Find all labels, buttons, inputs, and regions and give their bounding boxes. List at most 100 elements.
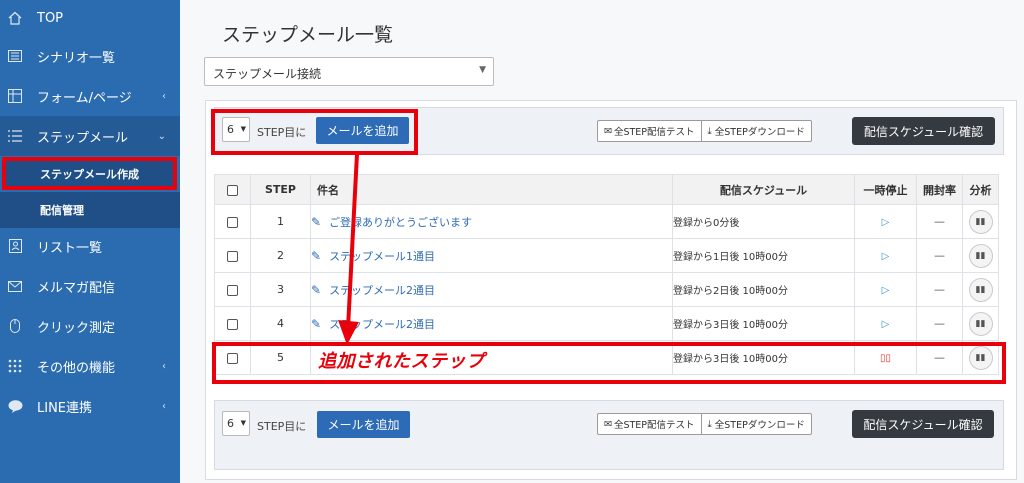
- sidebar-item-newsletter[interactable]: メルマガ配信: [0, 266, 180, 306]
- step-position-label: STEP目に: [257, 420, 307, 433]
- chevron-down-icon: ⌄: [157, 130, 166, 142]
- step-number: 3: [250, 272, 311, 307]
- step-mail-selector[interactable]: ステップメール接続 ▼: [204, 57, 494, 86]
- open-rate-value: —: [916, 238, 963, 273]
- open-rate-value: —: [916, 204, 963, 239]
- bulk-actions-group: ✉ 全STEP配信テスト ⤓ 全STEPダウンロード: [597, 413, 812, 435]
- line-chat-icon: [7, 398, 23, 414]
- test-all-label: 全STEP配信テスト: [613, 420, 695, 431]
- sidebar-item-label: シナリオ一覧: [37, 50, 116, 66]
- download-all-label: 全STEPダウンロード: [714, 420, 805, 431]
- analysis-cell: ▮▮: [962, 238, 999, 273]
- sidebar-item-label: その他の機能: [37, 360, 116, 376]
- edit-icon[interactable]: ✎: [311, 215, 321, 229]
- sidebar-subitem-delivery-management[interactable]: 配信管理: [0, 192, 180, 228]
- sidebar: TOP シナリオ一覧 フォーム/ページ ‹ ステップメール ⌄ ステップメール作…: [0, 0, 180, 483]
- schedule-confirm-button[interactable]: 配信スケジュール確認: [852, 410, 994, 438]
- column-header-open-rate: 開封率: [916, 174, 963, 205]
- selector-value: ステップメール接続: [213, 67, 322, 81]
- open-rate-value: —: [916, 306, 963, 341]
- download-icon: ⤓: [707, 418, 712, 430]
- row-checkbox[interactable]: [227, 318, 238, 330]
- analysis-cell: ▮▮: [962, 272, 999, 307]
- open-rate-value: —: [916, 272, 963, 307]
- play-icon[interactable]: ▷: [882, 319, 890, 330]
- annotation-arrow: [338, 153, 359, 345]
- bar-chart-icon[interactable]: ▮▮: [968, 277, 993, 302]
- pause-cell: ▷: [854, 272, 917, 307]
- row-select-cell: [214, 238, 251, 273]
- mail-icon: ✉: [604, 125, 612, 137]
- download-all-steps-button[interactable]: ⤓ 全STEPダウンロード: [700, 121, 811, 141]
- pause-cell: ▷: [854, 204, 917, 239]
- bar-chart-icon[interactable]: ▮▮: [968, 243, 993, 268]
- row-checkbox[interactable]: [227, 284, 238, 296]
- sidebar-item-scenarios[interactable]: シナリオ一覧: [0, 36, 180, 76]
- bar-chart-icon[interactable]: ▮▮: [968, 209, 993, 234]
- sidebar-item-step-mail[interactable]: ステップメール ⌄: [0, 116, 180, 156]
- play-icon[interactable]: ▷: [882, 285, 890, 296]
- schedule-confirm-button[interactable]: 配信スケジュール確認: [852, 117, 995, 145]
- sidebar-item-other-features[interactable]: その他の機能 ‹: [0, 346, 180, 386]
- play-icon[interactable]: ▷: [882, 217, 890, 228]
- row-select-cell: [214, 306, 251, 341]
- pause-cell: ▷: [854, 238, 917, 273]
- bottom-strip: [214, 446, 1004, 470]
- sidebar-item-forms[interactable]: フォーム/ページ ‹: [0, 76, 180, 116]
- sidebar-item-label: リスト一覧: [37, 240, 103, 256]
- mail-icon: ✉: [604, 418, 612, 430]
- sidebar-item-label: クリック測定: [37, 320, 116, 336]
- highlight-box: [211, 109, 418, 155]
- schedule-value: 登録から1日後 10時00分: [672, 238, 855, 273]
- chevron-left-icon: ‹: [162, 90, 166, 102]
- download-all-steps-button[interactable]: ⤓ 全STEPダウンロード: [700, 414, 811, 434]
- sidebar-subitem-create-step-mail[interactable]: ステップメール作成: [0, 156, 180, 192]
- download-all-label: 全STEPダウンロード: [714, 127, 805, 138]
- schedule-value: 登録から3日後 10時00分: [672, 306, 855, 341]
- mail-icon: [7, 278, 23, 294]
- sidebar-item-top[interactable]: TOP: [0, 0, 180, 38]
- select-all-checkbox[interactable]: [227, 184, 238, 196]
- sidebar-item-line[interactable]: LINE連携 ‹: [0, 386, 180, 426]
- edit-icon[interactable]: ✎: [311, 317, 321, 331]
- edit-icon[interactable]: ✎: [311, 249, 321, 263]
- test-all-steps-button[interactable]: ✉ 全STEP配信テスト: [598, 414, 701, 434]
- added-step-annotation: 追加されたステップ: [318, 351, 485, 372]
- step-number: 2: [250, 238, 311, 273]
- add-mail-button[interactable]: メールを追加: [317, 411, 410, 438]
- column-header-schedule: 配信スケジュール: [672, 174, 855, 205]
- home-icon: [7, 10, 23, 26]
- analysis-cell: ▮▮: [962, 204, 999, 239]
- contacts-icon: [7, 238, 23, 254]
- list-icon: [7, 48, 23, 64]
- column-header-pause: 一時停止: [854, 174, 917, 205]
- download-icon: ⤓: [707, 125, 712, 137]
- edit-icon[interactable]: ✎: [311, 283, 321, 297]
- page-title: ステップメール一覧: [222, 24, 394, 46]
- row-checkbox[interactable]: [227, 250, 238, 262]
- play-icon[interactable]: ▷: [882, 251, 890, 262]
- row-select-cell: [214, 272, 251, 307]
- test-all-label: 全STEP配信テスト: [613, 127, 695, 138]
- caret-icon: ▼: [479, 65, 486, 75]
- column-header-step: STEP: [250, 174, 311, 205]
- step-number-select[interactable]: 6 ▼: [222, 411, 250, 436]
- sidebar-item-label: メルマガ配信: [37, 280, 116, 296]
- grid-icon: [7, 358, 23, 374]
- schedule-value: 登録から0分後: [672, 204, 855, 239]
- sidebar-subitem-label: 配信管理: [40, 204, 84, 217]
- sidebar-item-lists[interactable]: リスト一覧: [0, 226, 180, 266]
- bulk-actions-group: ✉ 全STEP配信テスト ⤓ 全STEPダウンロード: [597, 120, 812, 142]
- row-checkbox[interactable]: [227, 216, 238, 228]
- bar-chart-icon[interactable]: ▮▮: [968, 311, 993, 336]
- test-all-steps-button[interactable]: ✉ 全STEP配信テスト: [598, 121, 701, 141]
- analysis-cell: ▮▮: [962, 306, 999, 341]
- steps-icon: [7, 128, 23, 144]
- sidebar-item-label: TOP: [37, 10, 64, 26]
- sidebar-item-click-tracking[interactable]: クリック測定: [0, 306, 180, 346]
- step-number: 4: [250, 306, 311, 341]
- form-icon: [7, 88, 23, 104]
- sidebar-item-label: LINE連携: [37, 400, 93, 416]
- select-all-cell: [214, 174, 251, 205]
- row-select-cell: [214, 204, 251, 239]
